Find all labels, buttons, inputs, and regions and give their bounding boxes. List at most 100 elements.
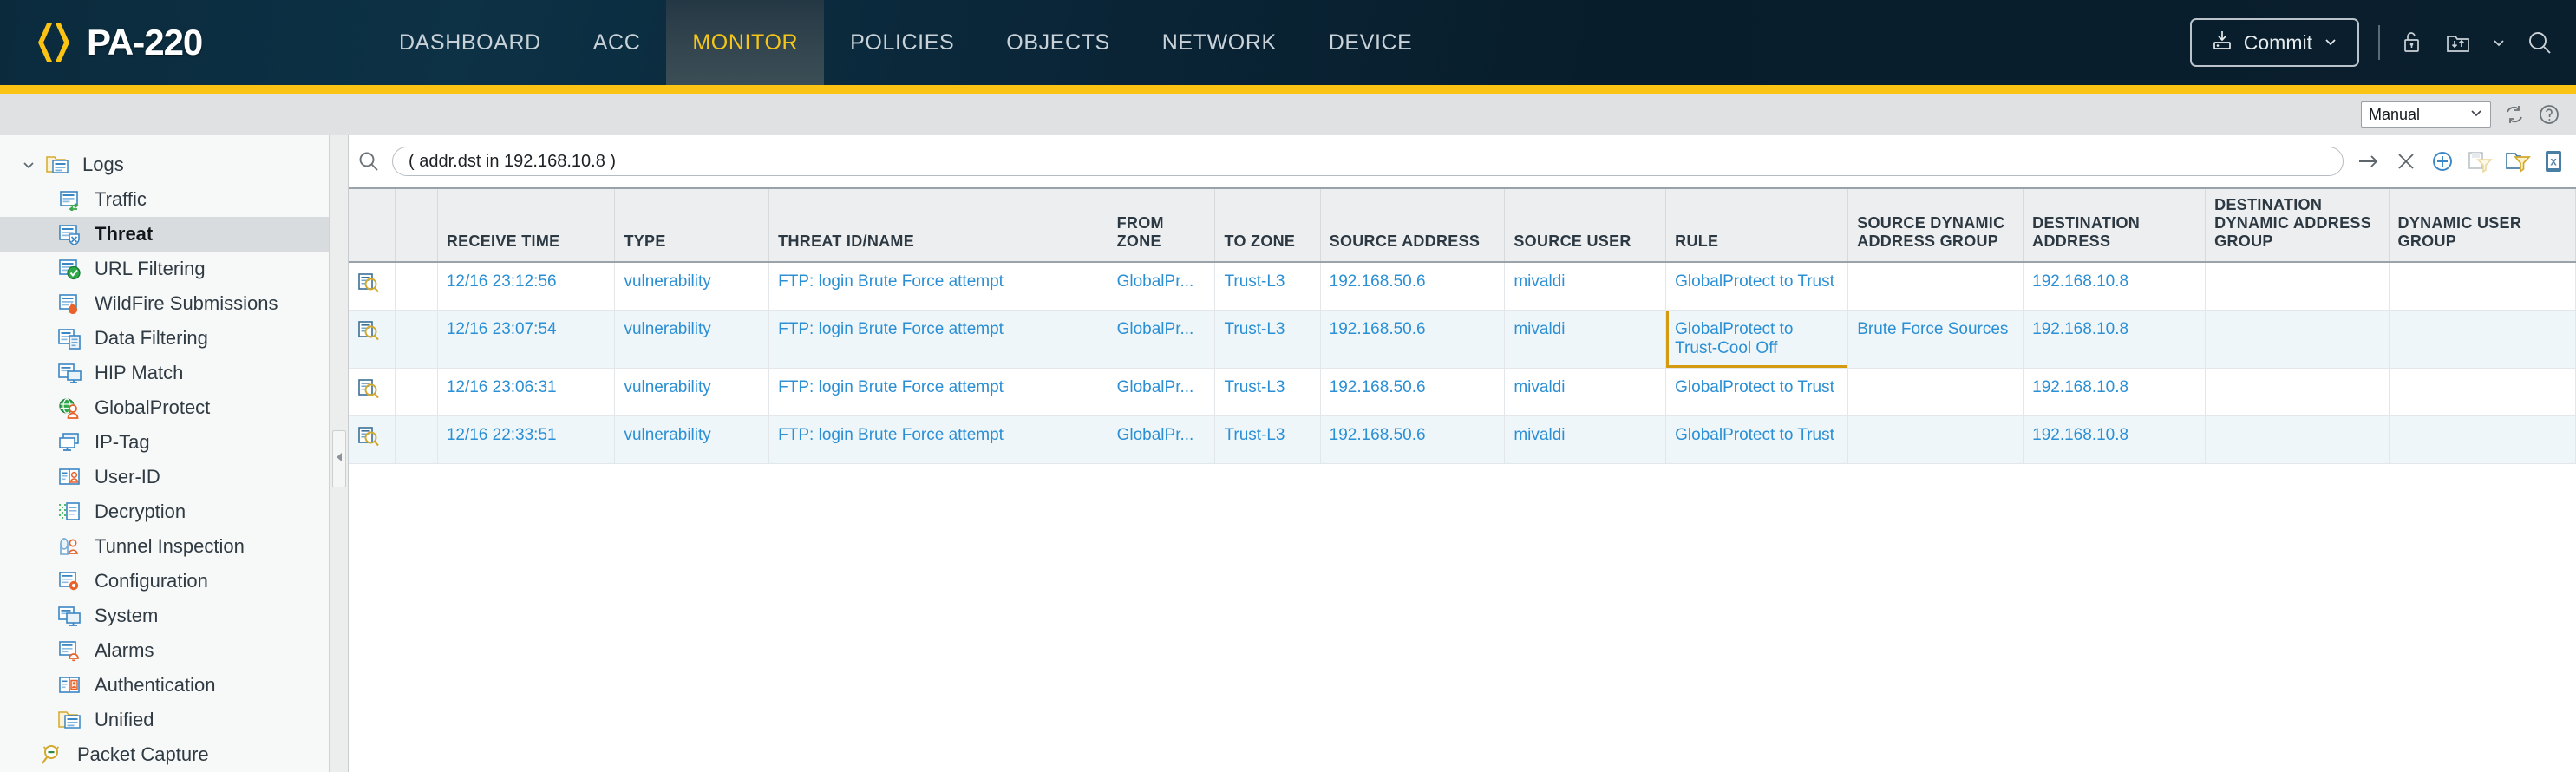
sidebar-item-wildfire-submissions[interactable]: WildFire Submissions (0, 286, 329, 321)
sidebar-item-logs[interactable]: Logs (0, 147, 329, 182)
cell-source-dynamic-address-group[interactable] (1848, 416, 2024, 464)
col-header-to-zone[interactable]: TO ZONE (1215, 188, 1320, 262)
sidebar-item-authentication[interactable]: Authentication (0, 668, 329, 703)
export-excel-icon[interactable]: X (2543, 149, 2564, 173)
sidebar-item-unified[interactable]: Unified (0, 703, 329, 737)
cell-destination-address[interactable]: 192.168.10.8 (2024, 369, 2206, 416)
sidebar-item-system[interactable]: System (0, 599, 329, 633)
unlock-config-icon[interactable] (2399, 29, 2425, 56)
cell-type[interactable]: vulnerability (615, 311, 769, 369)
col-header-type[interactable]: TYPE (615, 188, 769, 262)
cell-source-user[interactable]: mivaldi (1505, 262, 1666, 311)
cell-destination-dynamic-address-group[interactable] (2206, 416, 2389, 464)
cell-receive-time[interactable]: 12/16 23:12:56 (437, 262, 615, 311)
cell-source-dynamic-address-group[interactable]: Brute Force Sources (1848, 311, 2024, 369)
cell-dynamic-user-group[interactable] (2389, 262, 2575, 311)
sidebar-collapse-handle[interactable] (332, 430, 346, 487)
col-header-from-zone[interactable]: FROM ZONE (1108, 188, 1215, 262)
config-chevron-down-icon[interactable] (2491, 35, 2507, 50)
cell-dynamic-user-group[interactable] (2389, 311, 2575, 369)
nav-tab-device[interactable]: DEVICE (1303, 0, 1439, 85)
cell-to-zone[interactable]: Trust-L3 (1215, 262, 1320, 311)
sidebar-splitter[interactable] (330, 135, 349, 772)
cell-from-zone[interactable]: GlobalPr... (1108, 311, 1215, 369)
nav-tab-policies[interactable]: POLICIES (824, 0, 980, 85)
sidebar-item-alarms[interactable]: Alarms (0, 633, 329, 668)
cell-source-dynamic-address-group[interactable] (1848, 369, 2024, 416)
cell-to-zone[interactable]: Trust-L3 (1215, 416, 1320, 464)
nav-tab-dashboard[interactable]: DASHBOARD (373, 0, 567, 85)
chevron-down-icon[interactable] (14, 158, 43, 172)
sidebar-item-traffic[interactable]: Traffic (0, 182, 329, 217)
cell-destination-address[interactable]: 192.168.10.8 (2024, 416, 2206, 464)
log-detail-magnifier-icon[interactable] (349, 369, 396, 416)
table-row[interactable]: 12/16 23:07:54 vulnerability FTP: login … (349, 311, 2576, 369)
nav-tab-objects[interactable]: OBJECTS (980, 0, 1136, 85)
cell-source-dynamic-address-group[interactable] (1848, 262, 2024, 311)
col-header-receive-time[interactable]: RECEIVE TIME (437, 188, 615, 262)
cell-destination-dynamic-address-group[interactable] (2206, 369, 2389, 416)
col-header-destination-dynamic-address-group[interactable]: DESTINATION DYNAMIC ADDRESS GROUP (2206, 188, 2389, 262)
cell-receive-time[interactable]: 12/16 23:07:54 (437, 311, 615, 369)
apply-filter-arrow-right-icon[interactable] (2356, 150, 2382, 173)
add-filter-plus-circle-icon[interactable] (2430, 149, 2455, 173)
cell-threat-id-name[interactable]: FTP: login Brute Force attempt (769, 369, 1108, 416)
cell-type[interactable]: vulnerability (615, 416, 769, 464)
filter-query-input[interactable]: ( addr.dst in 192.168.10.8 ) (392, 147, 2344, 176)
help-icon[interactable] (2538, 103, 2560, 126)
cell-destination-address[interactable]: 192.168.10.8 (2024, 311, 2206, 369)
sidebar-item-ip-tag[interactable]: IP-Tag (0, 425, 329, 460)
sidebar-item-hip-match[interactable]: HIP Match (0, 356, 329, 390)
cell-dynamic-user-group[interactable] (2389, 416, 2575, 464)
sidebar-item-user-id[interactable]: User-ID (0, 460, 329, 494)
col-header-threat-id-name[interactable]: THREAT ID/NAME (769, 188, 1108, 262)
cell-destination-dynamic-address-group[interactable] (2206, 262, 2389, 311)
col-header-dynamic-user-group[interactable]: DYNAMIC USER GROUP (2389, 188, 2575, 262)
sidebar-item-decryption[interactable]: Decryption (0, 494, 329, 529)
cell-destination-dynamic-address-group[interactable] (2206, 311, 2389, 369)
cell-source-address[interactable]: 192.168.50.6 (1320, 416, 1505, 464)
cell-receive-time[interactable]: 12/16 23:06:31 (437, 369, 615, 416)
col-header-detail[interactable] (349, 188, 396, 262)
cell-threat-id-name[interactable]: FTP: login Brute Force attempt (769, 262, 1108, 311)
cell-source-address[interactable]: 192.168.50.6 (1320, 369, 1505, 416)
sidebar-item-configuration[interactable]: Configuration (0, 564, 329, 599)
cell-rule[interactable]: GlobalProtect to Trust-Cool Off (1666, 311, 1848, 369)
sidebar-item-threat[interactable]: Threat (0, 217, 329, 252)
cell-to-zone[interactable]: Trust-L3 (1215, 369, 1320, 416)
col-header-source-dynamic-address-group[interactable]: SOURCE DYNAMIC ADDRESS GROUP (1848, 188, 2024, 262)
cell-rule[interactable]: GlobalProtect to Trust (1666, 369, 1848, 416)
cell-type[interactable]: vulnerability (615, 262, 769, 311)
clear-filter-close-x-icon[interactable] (2394, 150, 2418, 173)
load-filter-icon[interactable] (2505, 149, 2531, 173)
cell-destination-address[interactable]: 192.168.10.8 (2024, 262, 2206, 311)
cell-to-zone[interactable]: Trust-L3 (1215, 311, 1320, 369)
col-header-source-address[interactable]: SOURCE ADDRESS (1320, 188, 1505, 262)
cell-source-address[interactable]: 192.168.50.6 (1320, 262, 1505, 311)
col-header-rule[interactable]: RULE (1666, 188, 1848, 262)
col-header-source-user[interactable]: SOURCE USER (1505, 188, 1666, 262)
commit-button[interactable]: Commit (2190, 18, 2359, 67)
cell-source-user[interactable]: mivaldi (1505, 416, 1666, 464)
cell-rule[interactable]: GlobalProtect to Trust (1666, 262, 1848, 311)
cell-from-zone[interactable]: GlobalPr... (1108, 369, 1215, 416)
config-transfer-icon[interactable] (2444, 29, 2472, 56)
cell-threat-id-name[interactable]: FTP: login Brute Force attempt (769, 416, 1108, 464)
sidebar-item-packet-capture[interactable]: Packet Capture (0, 737, 329, 772)
save-filter-icon[interactable] (2467, 149, 2493, 173)
cell-source-user[interactable]: mivaldi (1505, 369, 1666, 416)
table-row[interactable]: 12/16 23:06:31 vulnerability FTP: login … (349, 369, 2576, 416)
cell-rule[interactable]: GlobalProtect to Trust (1666, 416, 1848, 464)
cell-receive-time[interactable]: 12/16 22:33:51 (437, 416, 615, 464)
cell-source-address[interactable]: 192.168.50.6 (1320, 311, 1505, 369)
col-header-destination-address[interactable]: DESTINATION ADDRESS (2024, 188, 2206, 262)
cell-from-zone[interactable]: GlobalPr... (1108, 262, 1215, 311)
table-row[interactable]: 12/16 22:33:51 vulnerability FTP: login … (349, 416, 2576, 464)
col-header-spacer[interactable] (396, 188, 437, 262)
refresh-icon[interactable] (2503, 103, 2526, 126)
table-row[interactable]: 12/16 23:12:56 vulnerability FTP: login … (349, 262, 2576, 311)
cell-from-zone[interactable]: GlobalPr... (1108, 416, 1215, 464)
log-detail-magnifier-icon[interactable] (349, 311, 396, 369)
nav-tab-acc[interactable]: ACC (567, 0, 667, 85)
cell-type[interactable]: vulnerability (615, 369, 769, 416)
